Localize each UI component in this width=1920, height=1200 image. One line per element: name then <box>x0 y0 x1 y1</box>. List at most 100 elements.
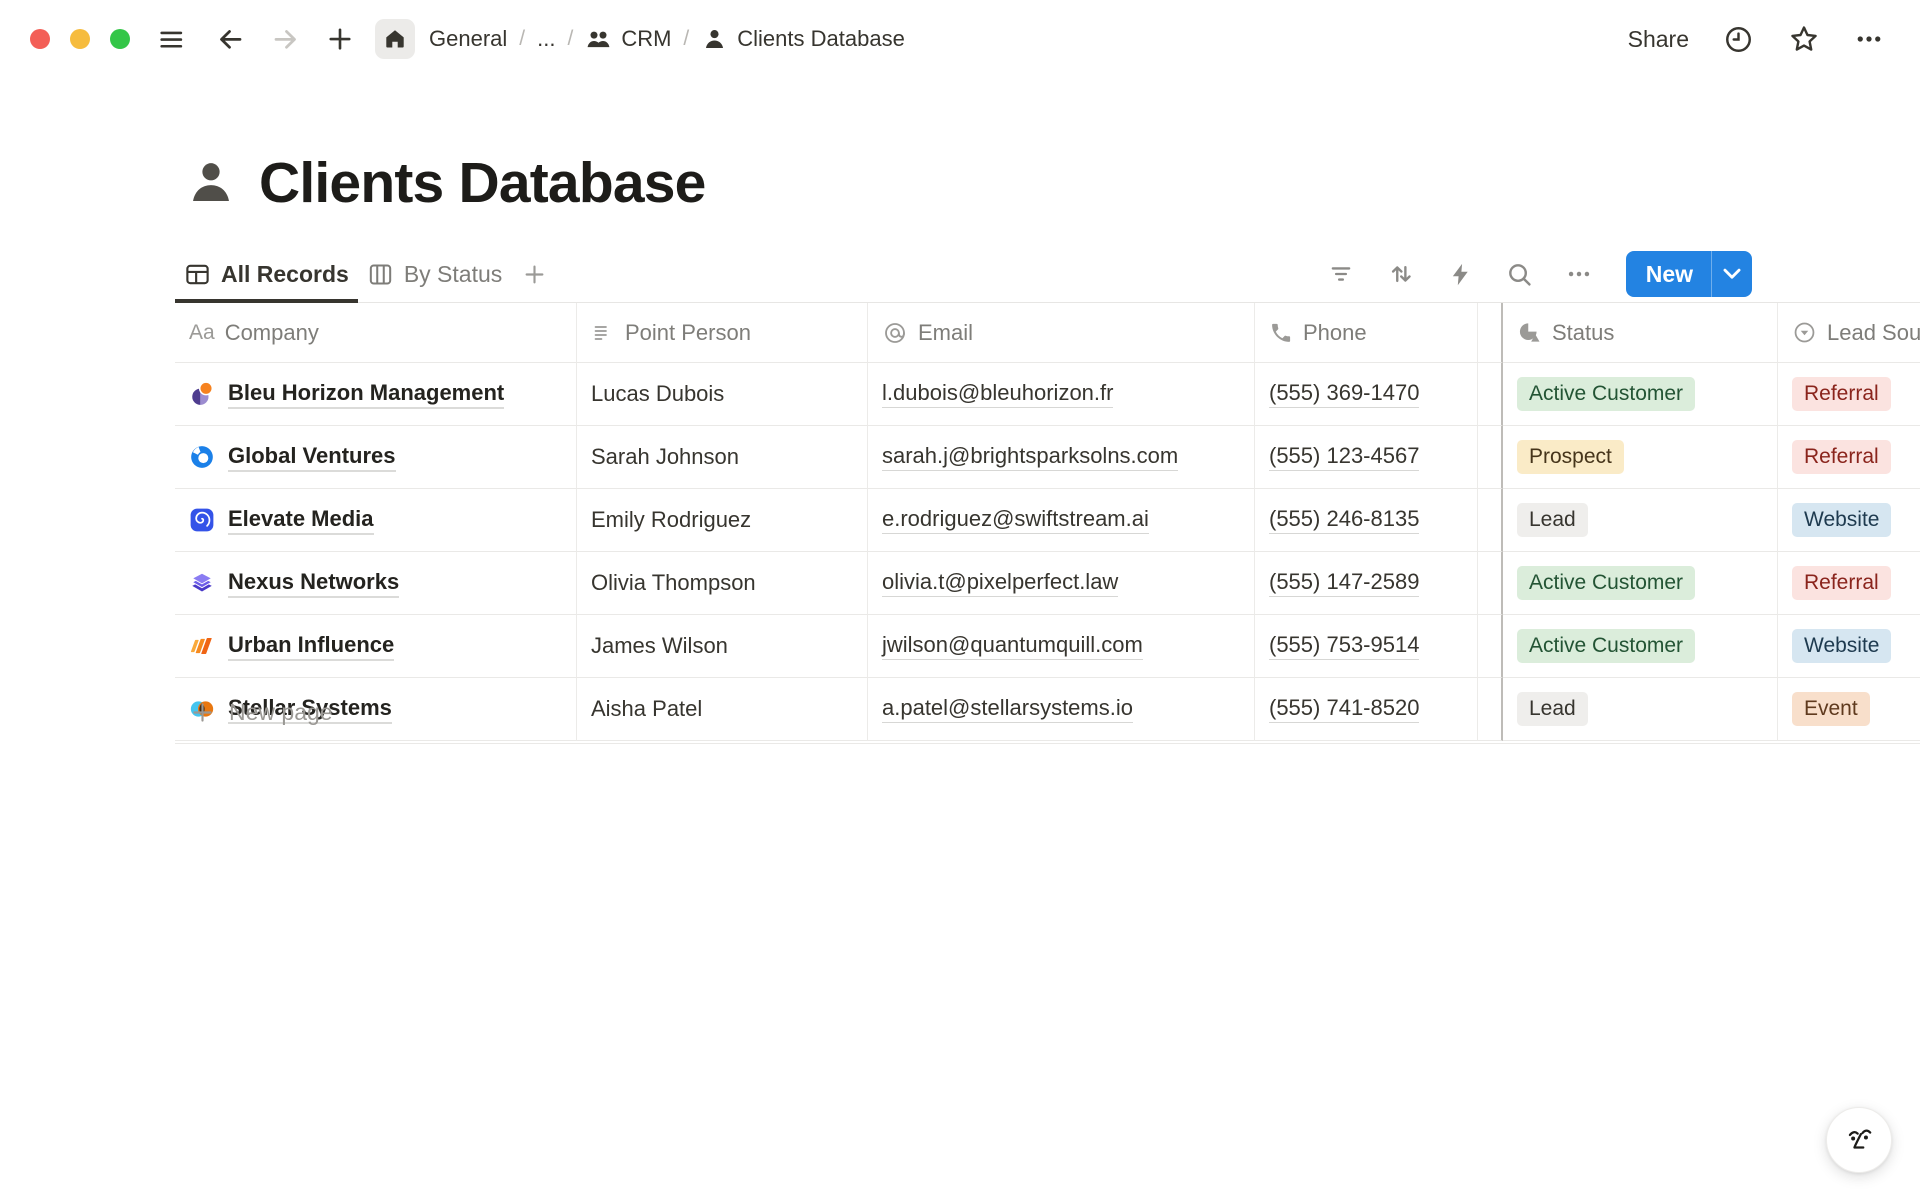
company-name: Nexus Networks <box>228 569 399 598</box>
table-row: Elevate Media Emily Rodriguez e.rodrigue… <box>175 489 1920 552</box>
close-window-button[interactable] <box>30 29 50 49</box>
tab-label: By Status <box>404 261 502 288</box>
email-cell[interactable]: sarah.j@brightsparksolns.com <box>868 426 1255 489</box>
page-title: Clients Database <box>259 150 706 216</box>
breadcrumb-label: ... <box>537 26 555 52</box>
lead-source-cell[interactable]: Website <box>1778 489 1920 552</box>
notion-ai-button[interactable] <box>1826 1107 1892 1173</box>
back-icon[interactable] <box>215 24 245 54</box>
window-controls <box>30 29 130 49</box>
lead-source-badge: Referral <box>1792 440 1891 474</box>
favorite-star-icon[interactable] <box>1788 23 1820 55</box>
phone-cell[interactable]: (555) 147-2589 <box>1255 552 1478 615</box>
frozen-column-divider <box>1478 489 1503 552</box>
lead-source-cell[interactable]: Referral <box>1778 552 1920 615</box>
tab-all-records[interactable]: All Records <box>175 246 358 302</box>
status-badge: Lead <box>1517 503 1588 537</box>
add-view-icon[interactable] <box>521 261 548 288</box>
email-value: l.dubois@bleuhorizon.fr <box>882 380 1113 408</box>
frozen-column-divider <box>1478 552 1503 615</box>
status-badge: Active Customer <box>1517 566 1695 600</box>
chevron-down-icon[interactable] <box>1712 251 1752 297</box>
breadcrumb-item-clients-database[interactable]: Clients Database <box>701 26 905 53</box>
point-person-cell[interactable]: Emily Rodriguez <box>577 489 868 552</box>
column-header-phone[interactable]: Phone <box>1255 303 1478 363</box>
lead-source-cell[interactable]: Website <box>1778 615 1920 678</box>
point-person-cell[interactable]: Sarah Johnson <box>577 426 868 489</box>
status-cell[interactable]: Active Customer <box>1503 552 1778 615</box>
column-header-company[interactable]: Aa Company <box>175 303 577 363</box>
breadcrumb-item-general[interactable]: General <box>429 26 507 52</box>
email-cell[interactable]: jwilson@quantumquill.com <box>868 615 1255 678</box>
elevate-media-logo <box>189 507 215 533</box>
sidebar-menu-icon[interactable] <box>157 25 185 53</box>
share-button[interactable]: Share <box>1628 26 1689 53</box>
point-person-cell[interactable]: Olivia Thompson <box>577 552 868 615</box>
column-header-lead-source[interactable]: Lead Source <box>1778 303 1920 363</box>
bleu-horizon-logo <box>189 381 215 407</box>
table-header-row: Aa Company Point Person Email Phone Stat… <box>175 303 1920 363</box>
lead-source-cell[interactable]: Referral <box>1778 363 1920 426</box>
select-property-icon <box>1792 320 1817 345</box>
email-cell[interactable]: l.dubois@bleuhorizon.fr <box>868 363 1255 426</box>
column-header-point-person[interactable]: Point Person <box>577 303 868 363</box>
nexus-networks-logo <box>189 570 215 596</box>
company-cell[interactable]: Elevate Media <box>175 489 577 552</box>
table-view-icon <box>184 261 211 288</box>
breadcrumb: General / ... / CRM / Clients Database <box>429 26 905 53</box>
zoom-window-button[interactable] <box>110 29 130 49</box>
new-tab-icon[interactable] <box>325 24 355 54</box>
status-cell[interactable]: Active Customer <box>1503 363 1778 426</box>
email-value: e.rodriguez@swiftstream.ai <box>882 506 1149 534</box>
frozen-column-divider <box>1478 363 1503 426</box>
search-icon[interactable] <box>1505 260 1534 289</box>
more-options-icon[interactable] <box>1854 24 1884 54</box>
company-cell[interactable]: Global Ventures <box>175 426 577 489</box>
column-label: Email <box>918 320 973 346</box>
home-icon[interactable] <box>375 19 415 59</box>
forward-icon[interactable] <box>271 24 301 54</box>
point-person-value: Emily Rodriguez <box>591 507 751 533</box>
lead-source-cell[interactable]: Referral <box>1778 426 1920 489</box>
status-cell[interactable]: Prospect <box>1503 426 1778 489</box>
email-property-icon <box>882 320 908 346</box>
filter-icon[interactable] <box>1327 260 1355 288</box>
phone-cell[interactable]: (555) 753-9514 <box>1255 615 1478 678</box>
column-label: Lead Source <box>1827 320 1920 346</box>
breadcrumb-item-crm[interactable]: CRM <box>585 26 671 53</box>
phone-cell[interactable]: (555) 246-8135 <box>1255 489 1478 552</box>
breadcrumb-separator: / <box>567 27 573 51</box>
table-row: Nexus Networks Olivia Thompson olivia.t@… <box>175 552 1920 615</box>
point-person-value: James Wilson <box>591 633 728 659</box>
new-button-label: New <box>1626 251 1711 297</box>
status-badge: Prospect <box>1517 440 1624 474</box>
tab-by-status[interactable]: By Status <box>358 246 511 302</box>
email-cell[interactable]: e.rodriguez@swiftstream.ai <box>868 489 1255 552</box>
email-cell[interactable]: olivia.t@pixelperfect.law <box>868 552 1255 615</box>
phone-property-icon <box>1269 321 1293 345</box>
new-page-button[interactable]: New page <box>175 681 1920 744</box>
phone-cell[interactable]: (555) 123-4567 <box>1255 426 1478 489</box>
sort-icon[interactable] <box>1386 259 1416 289</box>
phone-cell[interactable]: (555) 369-1470 <box>1255 363 1478 426</box>
updates-clock-icon[interactable] <box>1723 24 1754 55</box>
phone-value: (555) 147-2589 <box>1269 569 1419 597</box>
status-cell[interactable]: Active Customer <box>1503 615 1778 678</box>
column-label: Company <box>225 320 319 346</box>
company-name: Global Ventures <box>228 443 396 472</box>
breadcrumb-ellipsis[interactable]: ... <box>537 26 555 52</box>
company-cell[interactable]: Urban Influence <box>175 615 577 678</box>
new-record-button[interactable]: New <box>1626 251 1752 297</box>
status-cell[interactable]: Lead <box>1503 489 1778 552</box>
view-more-icon[interactable] <box>1565 260 1593 288</box>
new-page-label: New page <box>229 699 333 726</box>
automations-lightning-icon[interactable] <box>1447 261 1474 288</box>
point-person-cell[interactable]: Lucas Dubois <box>577 363 868 426</box>
minimize-window-button[interactable] <box>70 29 90 49</box>
table-row: Bleu Horizon Management Lucas Dubois l.d… <box>175 363 1920 426</box>
company-cell[interactable]: Bleu Horizon Management <box>175 363 577 426</box>
point-person-cell[interactable]: James Wilson <box>577 615 868 678</box>
column-header-status[interactable]: Status <box>1503 303 1778 363</box>
column-header-email[interactable]: Email <box>868 303 1255 363</box>
company-cell[interactable]: Nexus Networks <box>175 552 577 615</box>
